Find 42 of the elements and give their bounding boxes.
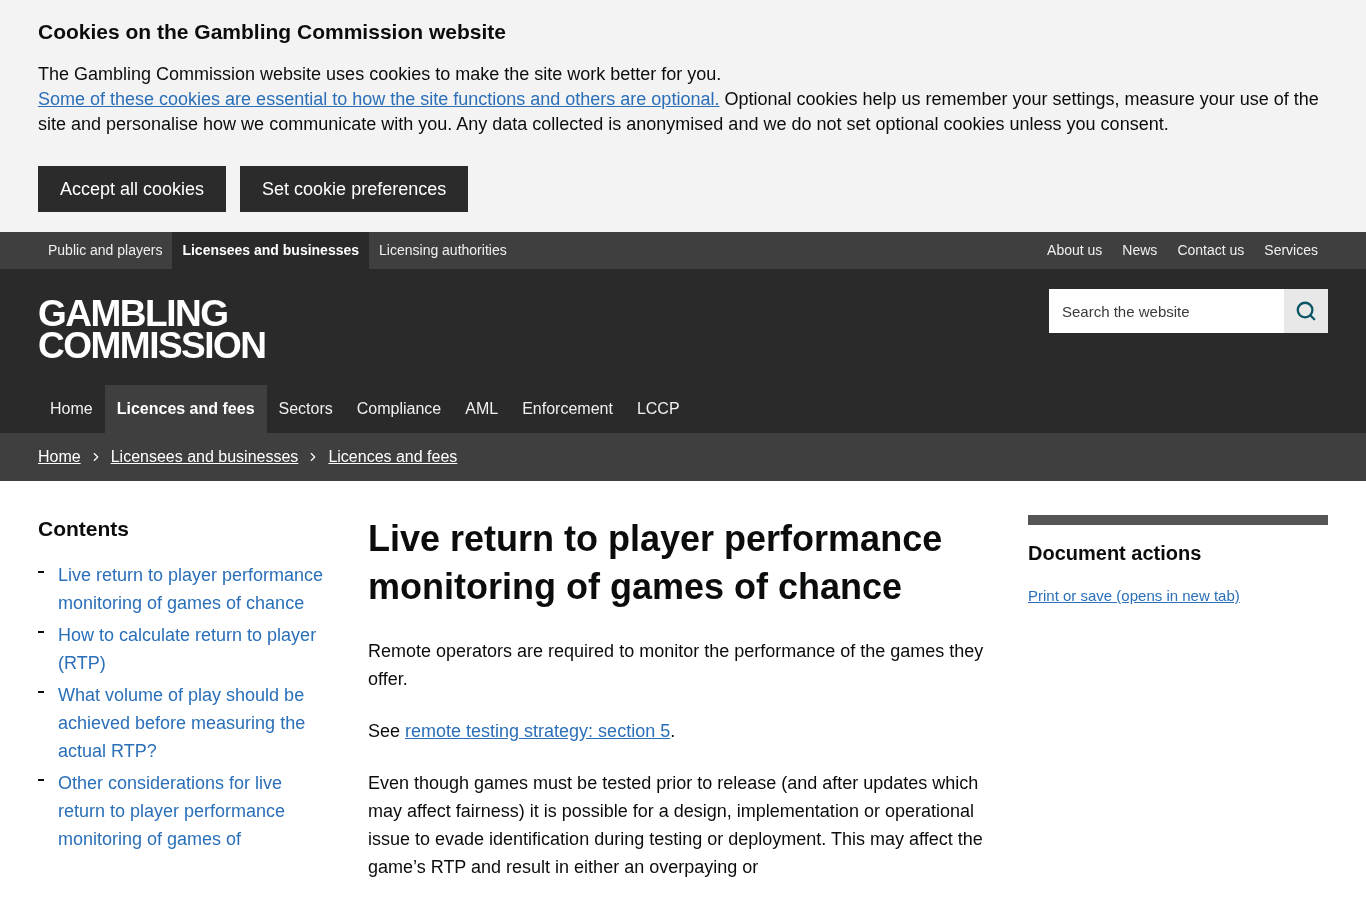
article-paragraph: Remote operators are required to monitor the performance of the games they offer.	[368, 640, 985, 691]
breadcrumb-link[interactable]: Licensees and businesses	[110, 445, 299, 469]
print-link[interactable]: Print or save (opens in new tab)	[1028, 585, 1240, 608]
search-button[interactable]	[1284, 289, 1328, 333]
cookie-button[interactable]: Set cookie preferences	[240, 166, 469, 212]
dash-icon	[38, 691, 44, 693]
utility-link[interactable]: News	[1122, 240, 1158, 261]
article-paragraph: Even though games must be tested prior to release (and after updates which may affect fairness) it is possible for a design, implementation or operational issue to evade identification during testing or deployment. This may affect the game’s RTP and result in either an overpaying or	[368, 772, 984, 879]
contents-link[interactable]: How to calculate return to player (RTP)	[58, 621, 328, 677]
audience-tab[interactable]: Licensees and businesses	[172, 232, 370, 269]
search-icon	[1295, 300, 1317, 322]
main-nav-item[interactable]: Sectors	[266, 385, 345, 433]
audience-tab[interactable]: Public and players	[38, 232, 173, 269]
site-logo[interactable]: GAMBLING COMMISSION	[38, 298, 266, 362]
main-nav-item[interactable]: LCCP	[624, 385, 692, 433]
testing-strategy-link[interactable]: remote testing strategy: section 5	[405, 721, 671, 741]
article-title: Live return to player performance monitoring of games of chance	[368, 517, 944, 609]
document-actions-title: Document actions	[1028, 541, 1203, 566]
main-nav-item[interactable]: Home	[38, 385, 105, 433]
breadcrumb-link[interactable]: Home	[38, 445, 81, 469]
audience-tab[interactable]: Licensing authorities	[369, 232, 517, 269]
cookie-banner-title: Cookies on the Gambling Commission website	[38, 19, 507, 45]
main-nav-item[interactable]: AML	[453, 385, 511, 433]
utility-link[interactable]: Services	[1264, 240, 1318, 261]
contents-link[interactable]: Live return to player performance monitoring of games of chance	[58, 561, 328, 617]
utility-link[interactable]: About us	[1047, 240, 1103, 261]
dash-icon	[38, 631, 44, 633]
search-field[interactable]: Search the website	[1049, 289, 1284, 333]
cookie-button[interactable]: Accept all cookies	[38, 166, 227, 212]
main-nav-item[interactable]: Licences and fees	[104, 385, 267, 433]
contents-link[interactable]: Other considerations for live return to player performance monitoring of games of	[58, 769, 328, 853]
dash-icon	[38, 779, 44, 781]
contents-title: Contents	[38, 516, 130, 542]
main-nav-item[interactable]: Compliance	[344, 385, 454, 433]
article-paragraph: See remote testing strategy: section 5.	[368, 720, 677, 743]
contents-link[interactable]: What volume of play should be achieved before measuring the actual RTP?	[58, 681, 328, 765]
utility-link[interactable]: Contact us	[1177, 240, 1245, 261]
cookie-policy-link[interactable]: Some of these cookies are essential to how the site functions and others are optional.	[38, 89, 720, 109]
breadcrumb-link[interactable]: Licences and fees	[328, 445, 458, 469]
dash-icon	[38, 571, 44, 573]
main-nav-item[interactable]: Enforcement	[510, 385, 625, 433]
cookie-banner-text: The Gambling Commission website uses cookies to make the site work better for you. Some of these cookies are essential to how the site functions and others are optional. Optional cookies help us remember your settings, measure your use of the site and personalise how we communicate with you. Any data collected is anonymised and we do not set optional cookies unless you consent.	[38, 63, 1320, 136]
